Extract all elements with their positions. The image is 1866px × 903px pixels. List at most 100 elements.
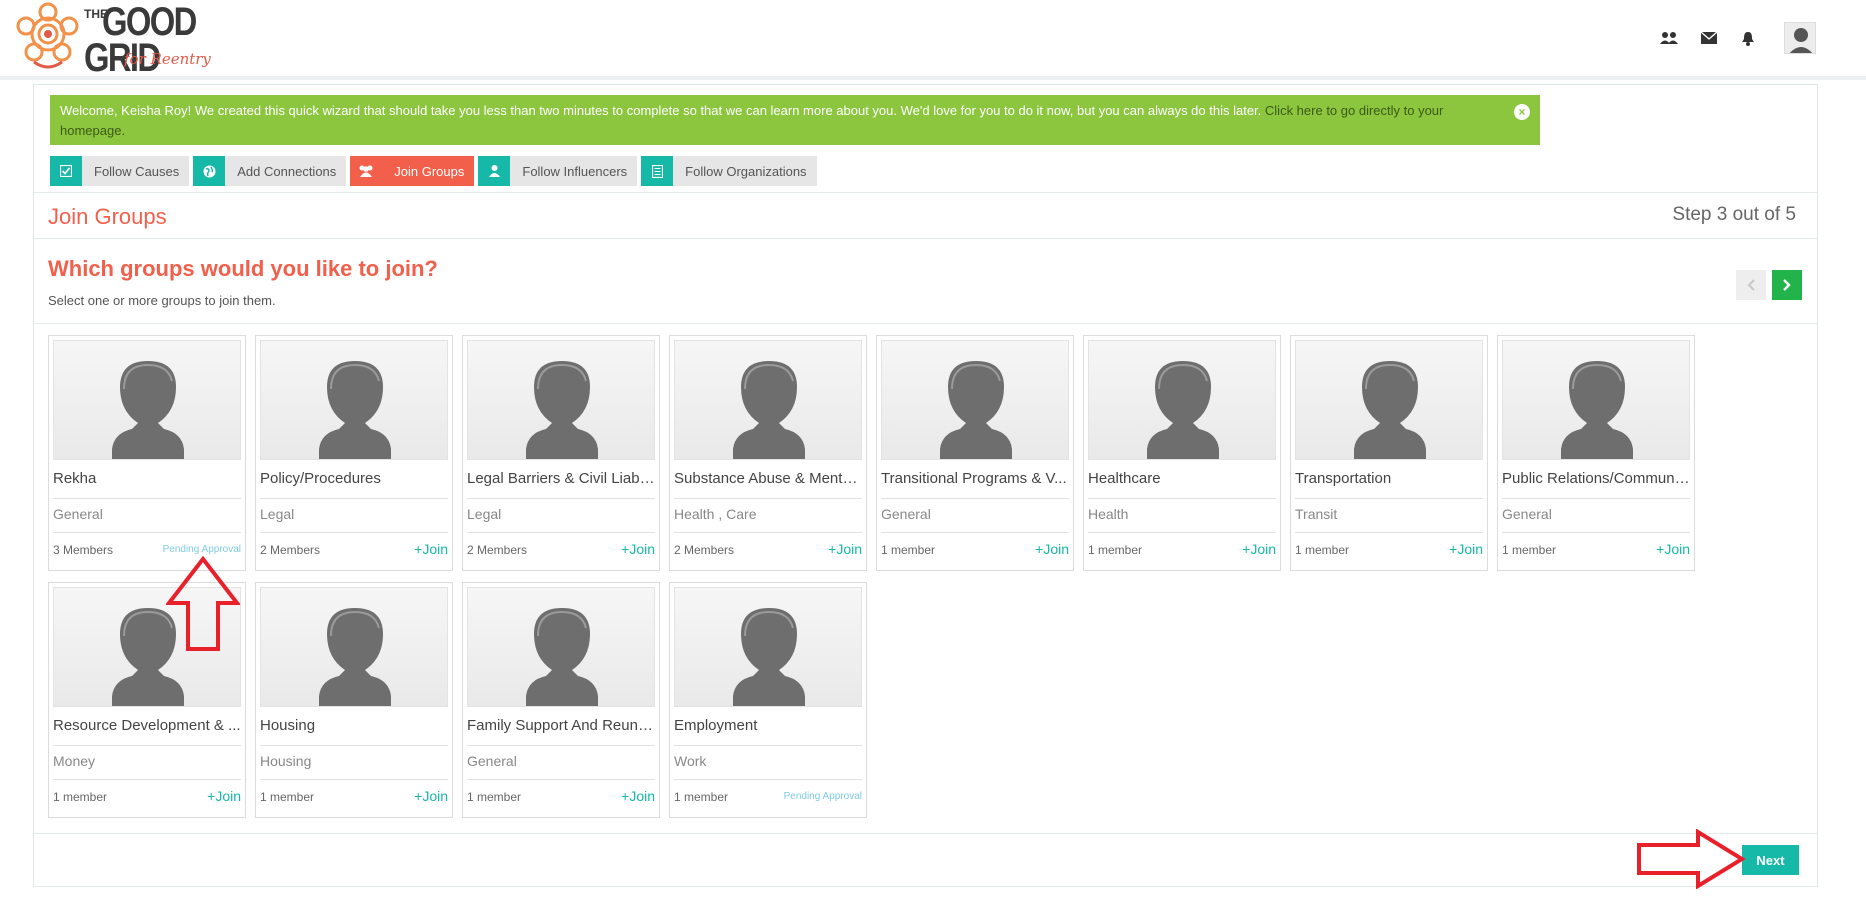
- join-button[interactable]: +Join: [414, 788, 448, 804]
- tab-add-connections[interactable]: Add Connections: [193, 156, 347, 186]
- group-card[interactable]: Housing Housing 1 member +Join: [255, 582, 453, 818]
- join-button[interactable]: +Join: [1035, 541, 1069, 557]
- group-avatar[interactable]: [260, 340, 448, 460]
- group-card[interactable]: Transportation Transit 1 member +Join: [1290, 335, 1488, 571]
- divider: [467, 532, 655, 533]
- group-avatar[interactable]: [1088, 340, 1276, 460]
- group-member-count: 1 member: [674, 790, 729, 804]
- group-card[interactable]: Public Relations/Communi... General 1 memb…: [1497, 335, 1695, 571]
- tab-join-groups[interactable]: Join Groups: [350, 156, 475, 186]
- group-name[interactable]: Resource Development & ...: [53, 717, 241, 734]
- group-name[interactable]: Policy/Procedures: [260, 470, 448, 487]
- divider: [467, 779, 655, 780]
- group-name[interactable]: Family Support And Reunifi...: [467, 717, 655, 734]
- person-silhouette-icon: [112, 361, 184, 459]
- group-avatar[interactable]: [1295, 340, 1483, 460]
- group-category: Housing: [260, 753, 312, 769]
- logo[interactable]: THE GOOD GRID for Reentry: [14, 0, 254, 78]
- welcome-banner: Welcome, Keisha Roy! We created this qui…: [50, 95, 1540, 145]
- group-card[interactable]: Employment Work 1 member Pending Approval: [669, 582, 867, 818]
- step-label: Follow Causes: [94, 163, 180, 179]
- group-avatar[interactable]: [881, 340, 1069, 460]
- divider: [34, 192, 1817, 193]
- join-button[interactable]: +Join: [621, 788, 655, 804]
- group-card[interactable]: Policy/Procedures Legal 2 Members +Join: [255, 335, 453, 571]
- group-card[interactable]: Healthcare Health 1 member +Join: [1083, 335, 1281, 571]
- person-silhouette-icon: [526, 361, 598, 459]
- carousel-next-button[interactable]: [1772, 270, 1802, 300]
- close-icon[interactable]: ×: [1514, 104, 1530, 120]
- join-button[interactable]: +Join: [621, 541, 655, 557]
- logo-tagline: for Reentry: [124, 50, 211, 68]
- person-silhouette-icon: [733, 361, 805, 459]
- group-avatar[interactable]: [53, 340, 241, 460]
- group-category: General: [1502, 506, 1552, 522]
- group-avatar[interactable]: [674, 587, 862, 707]
- group-card[interactable]: Rekha General 3 Members Pending Approval: [48, 335, 246, 571]
- annotation-arrow-right: [1637, 829, 1746, 889]
- group-card[interactable]: Substance Abuse & Mental... Health , Care…: [669, 335, 867, 571]
- user-icon: [478, 156, 511, 186]
- join-button[interactable]: +Join: [1656, 541, 1690, 557]
- join-button[interactable]: +Join: [207, 788, 241, 804]
- group-avatar[interactable]: [1502, 340, 1690, 460]
- divider: [53, 498, 241, 499]
- welcome-text: Welcome, Keisha Roy! We created this qui…: [60, 103, 1265, 118]
- tab-follow-causes[interactable]: Follow Causes: [50, 156, 190, 186]
- group-avatar[interactable]: [467, 340, 655, 460]
- group-card[interactable]: Family Support And Reunifi... General 1 me…: [462, 582, 660, 818]
- group-name[interactable]: Housing: [260, 717, 448, 734]
- next-button[interactable]: Next: [1742, 845, 1799, 875]
- divider: [674, 779, 862, 780]
- groups-icon: [350, 156, 383, 186]
- logo-the: THE: [84, 7, 108, 21]
- group-name[interactable]: Public Relations/Communi...: [1502, 470, 1690, 487]
- section-question: Which groups would you like to join?: [48, 256, 438, 281]
- join-button[interactable]: +Join: [828, 541, 862, 557]
- person-silhouette-icon: [1147, 361, 1219, 459]
- annotation-arrow-up: [166, 556, 240, 651]
- tab-follow-influencers[interactable]: Follow Influencers: [478, 156, 638, 186]
- group-avatar[interactable]: [467, 587, 655, 707]
- person-silhouette-icon: [319, 608, 391, 706]
- group-name[interactable]: Legal Barriers & Civil Liabil...: [467, 470, 655, 487]
- divider: [34, 886, 1817, 887]
- logo-flower-icon: [16, 2, 79, 69]
- groups-icon[interactable]: [1657, 26, 1681, 50]
- group-name[interactable]: Transportation: [1295, 470, 1483, 487]
- group-name[interactable]: Substance Abuse & Mental...: [674, 470, 862, 487]
- group-name[interactable]: Transitional Programs & V...: [881, 470, 1069, 487]
- group-category: Legal: [260, 506, 295, 522]
- wizard-steps: Follow Causes Add Connections Join Group…: [50, 156, 817, 186]
- divider: [1502, 498, 1690, 499]
- group-member-count: 2 Members: [674, 543, 735, 557]
- group-avatar[interactable]: [674, 340, 862, 460]
- divider: [467, 498, 655, 499]
- divider: [1295, 498, 1483, 499]
- group-member-count: 1 member: [1295, 543, 1350, 557]
- group-avatar[interactable]: [260, 587, 448, 707]
- user-avatar[interactable]: [1784, 22, 1816, 54]
- group-member-count: 2 Members: [260, 543, 321, 557]
- person-silhouette-icon: [1354, 361, 1426, 459]
- bell-icon[interactable]: [1736, 26, 1760, 50]
- group-name[interactable]: Employment: [674, 717, 862, 734]
- step-counter: Step 3 out of 5: [1672, 204, 1796, 225]
- group-member-count: 3 Members: [53, 543, 114, 557]
- divider: [34, 833, 1817, 834]
- group-category: Health: [1088, 506, 1129, 522]
- join-button[interactable]: +Join: [1449, 541, 1483, 557]
- step-label: Follow Organizations: [685, 163, 807, 179]
- envelope-icon[interactable]: [1697, 26, 1721, 50]
- group-name[interactable]: Rekha: [53, 470, 241, 487]
- carousel-prev-button[interactable]: [1736, 270, 1766, 300]
- group-name[interactable]: Healthcare: [1088, 470, 1276, 487]
- divider: [881, 532, 1069, 533]
- tab-follow-organizations[interactable]: Follow Organizations: [641, 156, 817, 186]
- divider: [674, 498, 862, 499]
- join-button[interactable]: +Join: [414, 541, 448, 557]
- divider: [1088, 532, 1276, 533]
- group-card[interactable]: Legal Barriers & Civil Liabil... Legal 2 M…: [462, 335, 660, 571]
- group-card[interactable]: Transitional Programs & V... General 1 mem…: [876, 335, 1074, 571]
- join-button[interactable]: +Join: [1242, 541, 1276, 557]
